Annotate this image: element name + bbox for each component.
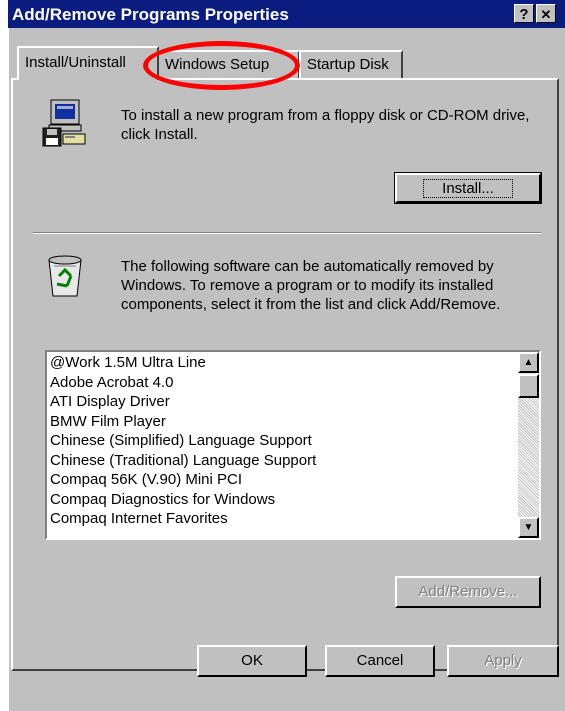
- install-button-label: Install...: [423, 179, 513, 198]
- window-title: Add/Remove Programs Properties: [12, 5, 289, 24]
- program-list[interactable]: @Work 1.5M Ultra Line Adobe Acrobat 4.0 AT…: [45, 350, 541, 540]
- apply-button[interactable]: Apply: [447, 645, 559, 677]
- divider: [33, 232, 541, 234]
- ok-button[interactable]: OK: [197, 645, 307, 677]
- dialog-body: Windows Setup Startup Disk Install/Unins…: [8, 28, 565, 711]
- uninstall-instructions: The following software can be automatica…: [121, 258, 501, 313]
- list-item[interactable]: Compaq Internet Favorites: [50, 509, 539, 529]
- scroll-up-button[interactable]: ▲: [518, 352, 539, 373]
- floppy-computer-icon: [42, 99, 86, 147]
- cancel-button[interactable]: Cancel: [325, 645, 435, 677]
- tab-label: Startup Disk: [307, 56, 389, 73]
- recycle-bin-icon: [48, 255, 82, 297]
- list-item[interactable]: Chinese (Simplified) Language Support: [50, 431, 539, 451]
- tab-install-uninstall[interactable]: Install/Uninstall: [17, 46, 159, 80]
- close-button[interactable]: ✕: [536, 4, 556, 23]
- list-item[interactable]: Chinese (Traditional) Language Support: [50, 451, 539, 471]
- tab-label: Install/Uninstall: [25, 54, 126, 71]
- list-item[interactable]: ATI Display Driver: [50, 392, 539, 412]
- list-item[interactable]: BMW Film Player: [50, 412, 539, 432]
- install-button[interactable]: Install...: [394, 172, 542, 204]
- list-item[interactable]: Compaq Diagnostics for Windows: [50, 490, 539, 510]
- install-instructions: To install a new program from a floppy d…: [121, 107, 530, 143]
- help-button[interactable]: ?: [514, 4, 534, 23]
- vertical-scrollbar[interactable]: ▲ ▼: [518, 352, 539, 538]
- add-remove-button[interactable]: Add/Remove...: [395, 576, 541, 608]
- scroll-thumb[interactable]: [518, 374, 539, 398]
- title-bar[interactable]: Add/Remove Programs Properties ? ✕: [8, 0, 565, 28]
- tab-startup-disk[interactable]: Startup Disk: [299, 50, 403, 78]
- scroll-down-button[interactable]: ▼: [518, 517, 539, 538]
- list-item[interactable]: @Work 1.5M Ultra Line: [50, 353, 539, 373]
- highlight-ellipse: [143, 41, 300, 90]
- list-item[interactable]: Adobe Acrobat 4.0: [50, 373, 539, 393]
- list-item[interactable]: Compaq 56K (V.90) Mini PCI: [50, 470, 539, 490]
